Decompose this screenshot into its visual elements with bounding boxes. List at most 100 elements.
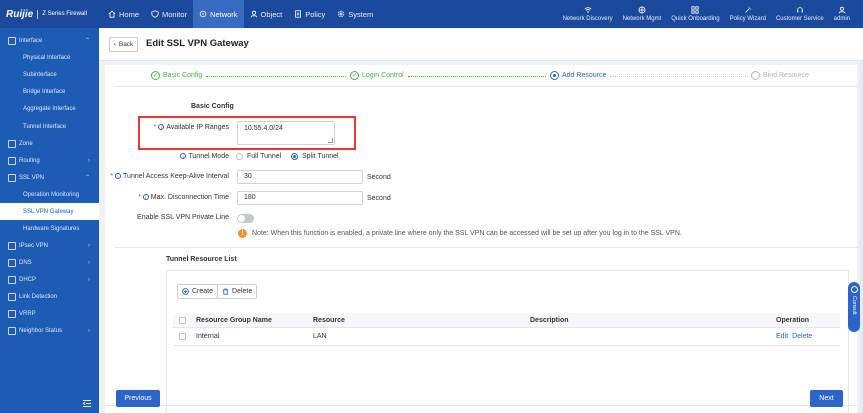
tool-customer-service[interactable]: Customer Service	[771, 0, 829, 28]
radio-split-tunnel[interactable]: Split Tunnel	[291, 153, 339, 160]
previous-button[interactable]: Previous	[116, 390, 160, 407]
table-row: Internal LAN Edit Delete	[173, 328, 840, 346]
info-icon[interactable]: i	[158, 124, 165, 131]
ssl-vpn-icon	[8, 173, 16, 182]
sidebar-item-ssl-vpn[interactable]: SSL VPN ⌃	[0, 169, 99, 186]
keepalive-label-text: Tunnel Access Keep-Alive Interval	[123, 173, 229, 180]
step-connector	[408, 76, 546, 77]
scrollbar[interactable]	[859, 61, 863, 413]
delete-link[interactable]: Delete	[792, 333, 812, 340]
sidebar-item-hardware-signatures[interactable]: Hardware Signatures	[0, 220, 99, 237]
sidebar-item-interface[interactable]: Interface ⌃	[0, 32, 99, 49]
required-mark: *	[138, 194, 141, 201]
edit-link[interactable]: Edit	[776, 333, 788, 340]
tool-policy-wizard[interactable]: Policy Wizard	[725, 0, 771, 28]
nav-system[interactable]: System	[331, 0, 379, 28]
sidebar-item-operation-monitoring[interactable]: Operation Monitoring	[0, 186, 99, 203]
column-header: Resource Group Name	[196, 316, 272, 324]
tool-admin[interactable]: admin	[829, 0, 855, 28]
sidebar-item-physical-interface[interactable]: Physical Interface	[0, 49, 99, 66]
shield-icon	[151, 10, 159, 18]
vrrp-icon	[8, 309, 16, 318]
step-add-resource[interactable]: Add Resource	[550, 71, 606, 80]
delete-button-label: Delete	[232, 288, 253, 295]
nav-policy[interactable]: Policy	[288, 0, 331, 28]
step-label: Add Resource	[562, 72, 607, 79]
sidebar-item-dns[interactable]: DNS ›	[0, 254, 99, 271]
sidebar-item-bridge-interface[interactable]: Bridge Interface	[0, 83, 99, 100]
sidebar-item-label: Operation Monitoring	[23, 191, 80, 198]
sidebar-item-tunnel-interface[interactable]: Tunnel Interface	[0, 118, 99, 135]
delete-button[interactable]: Delete	[217, 284, 258, 299]
nav-network[interactable]: Network	[193, 0, 244, 28]
network-icon	[199, 10, 207, 18]
step-login-control[interactable]: ✓ Login Control	[350, 71, 404, 80]
private-line-toggle[interactable]	[237, 214, 254, 223]
nav-object[interactable]: Object	[244, 0, 289, 28]
step-bind-resource[interactable]: Bind Resource	[751, 71, 809, 80]
keepalive-input[interactable]: 30	[237, 170, 363, 184]
sidebar: Interface ⌃ Physical Interface Subinterfa…	[0, 28, 99, 413]
row-checkbox[interactable]	[179, 328, 186, 345]
resize-grip-icon[interactable]	[327, 138, 334, 143]
tool-admin-label: admin	[833, 16, 850, 22]
dhcp-icon	[8, 275, 16, 284]
step-basic-config[interactable]: ✓ Basic Config	[151, 71, 202, 80]
check-icon: ✓	[350, 71, 359, 80]
nav-home-label: Home	[119, 9, 140, 19]
select-all-checkbox[interactable]	[179, 313, 186, 327]
back-button[interactable]: ‹ Back	[109, 37, 138, 52]
nav-system-label: System	[348, 9, 374, 19]
next-button[interactable]: Next	[810, 390, 843, 407]
sidebar-item-routing[interactable]: Routing ›	[0, 152, 99, 169]
radio-label: Full Tunnel	[247, 153, 282, 160]
sidebar-item-vrrp[interactable]: VRRP	[0, 305, 99, 322]
radio-full-tunnel[interactable]: Full Tunnel	[236, 153, 281, 160]
wifi-icon	[584, 7, 592, 13]
disconnect-input[interactable]: 180	[237, 191, 363, 205]
doc-icon	[295, 10, 302, 18]
nav-monitor[interactable]: Monitor	[145, 0, 193, 28]
sidebar-item-link-detection[interactable]: Link Detection	[0, 288, 99, 305]
private-line-note: ! Note: When this function is enabled, a …	[238, 229, 682, 238]
brand-logo: Ruijie	[6, 8, 34, 20]
page-title: Edit SSL VPN Gateway	[146, 38, 249, 49]
sidebar-item-ssl-vpn-gateway[interactable]: SSL VPN Gateway	[0, 203, 99, 220]
tool-quick-onboarding[interactable]: Quick Onboarding	[666, 0, 724, 28]
chevron-right-icon: ›	[88, 259, 90, 266]
sidebar-item-label: DHCP	[19, 276, 37, 283]
checkbox-box	[179, 333, 186, 340]
nav-network-label: Network	[210, 9, 238, 19]
home-icon	[108, 10, 116, 18]
sidebar-item-dhcp[interactable]: DHCP ›	[0, 271, 99, 288]
info-icon[interactable]: i	[115, 173, 122, 180]
sidebar-item-label: Tunnel Interface	[23, 123, 67, 130]
disconnect-label-text: Max. Disconnection Time	[150, 194, 229, 201]
nav-policy-label: Policy	[305, 9, 326, 19]
sidebar-item-neighbor-status[interactable]: Neighbor Status ›	[0, 322, 99, 339]
ip-ranges-label: * i Available IP Ranges	[153, 124, 229, 131]
sidebar-item-zone[interactable]: Zone	[0, 135, 99, 152]
info-icon[interactable]: i	[180, 153, 187, 160]
sidebar-item-subinterface[interactable]: Subinterface	[0, 66, 99, 83]
info-icon[interactable]: i	[142, 194, 149, 201]
create-button[interactable]: Create	[177, 284, 219, 299]
column-header: Description	[530, 316, 569, 324]
disconnect-label: * i Max. Disconnection Time	[138, 194, 229, 201]
check-icon: ✓	[151, 71, 160, 80]
tool-network-discovery[interactable]: Network Discovery	[558, 0, 618, 28]
sidebar-item-label: Neighbor Status	[19, 327, 63, 334]
current-step-icon	[550, 71, 559, 80]
ip-ranges-value: 10.55.4.0/24	[244, 125, 283, 132]
step-label: Basic Config	[163, 72, 203, 79]
tool-network-mgmt[interactable]: Network Mgmt	[618, 0, 667, 28]
ip-ranges-textarea[interactable]: 10.55.4.0/24	[237, 121, 335, 145]
nav-home[interactable]: Home	[102, 0, 145, 28]
sidebar-item-ipsec-vpn[interactable]: IPsec VPN ›	[0, 237, 99, 254]
collapse-sidebar-icon[interactable]	[83, 400, 91, 407]
consult-button[interactable]: Consult	[848, 282, 860, 332]
sidebar-item-aggregate-interface[interactable]: Aggregate Interface	[0, 100, 99, 117]
wizard-steps: ✓ Basic Config ✓ Login Control Add Resourc…	[114, 65, 858, 87]
dns-icon	[8, 258, 16, 267]
create-button-label: Create	[192, 288, 214, 295]
